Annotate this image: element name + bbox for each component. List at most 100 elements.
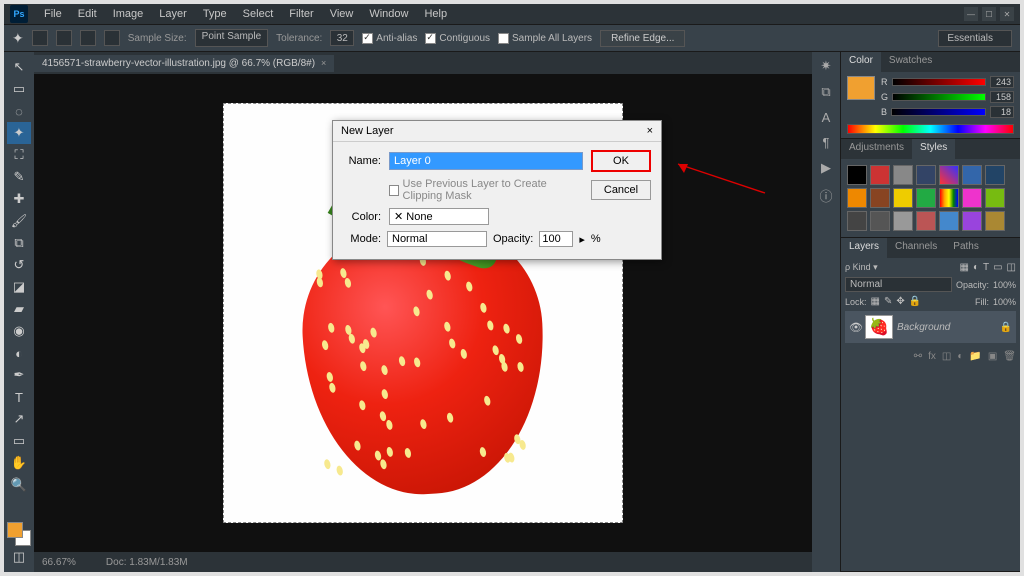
style-swatch[interactable]	[893, 211, 913, 231]
hand-tool-icon[interactable]: ✋	[7, 452, 31, 474]
layer-thumbnail[interactable]: 🍓	[865, 315, 893, 339]
actions-panel-icon[interactable]: ▶	[821, 160, 831, 176]
fx-icon[interactable]: fx	[928, 351, 936, 362]
document-tab-close-icon[interactable]: ×	[321, 58, 326, 68]
shape-tool-icon[interactable]: ▭	[7, 430, 31, 452]
style-swatch[interactable]	[985, 211, 1005, 231]
para-panel-icon[interactable]: ¶	[823, 135, 830, 150]
style-swatch[interactable]	[916, 165, 936, 185]
antialias-checkbox[interactable]: Anti-alias	[362, 33, 417, 44]
menu-select[interactable]: Select	[235, 8, 282, 20]
delete-layer-icon[interactable]: 🗑	[1003, 351, 1016, 362]
sample-all-checkbox[interactable]: Sample All Layers	[498, 33, 592, 44]
move-tool-icon[interactable]: ↖	[7, 56, 31, 78]
style-swatch[interactable]	[985, 188, 1005, 208]
menu-help[interactable]: Help	[416, 8, 455, 20]
style-swatch[interactable]	[847, 188, 867, 208]
menu-view[interactable]: View	[322, 8, 362, 20]
mode-select[interactable]: Normal	[387, 231, 487, 247]
tab-swatches[interactable]: Swatches	[881, 52, 940, 72]
current-color-swatch[interactable]	[847, 76, 875, 100]
ok-button[interactable]: OK	[591, 150, 651, 172]
menu-image[interactable]: Image	[105, 8, 152, 20]
menu-edit[interactable]: Edit	[70, 8, 105, 20]
style-swatch[interactable]	[962, 211, 982, 231]
filter-type-icon[interactable]: T	[983, 262, 989, 273]
style-swatch[interactable]	[939, 165, 959, 185]
style-swatch[interactable]	[916, 188, 936, 208]
selection-mode-add-icon[interactable]	[56, 30, 72, 46]
eyedropper-tool-icon[interactable]: ✎	[7, 166, 31, 188]
brush-tool-icon[interactable]: 🖌	[7, 210, 31, 232]
workspace-switcher[interactable]: Essentials	[938, 30, 1012, 47]
style-swatch[interactable]	[870, 165, 890, 185]
blur-tool-icon[interactable]: ◉	[7, 320, 31, 342]
tab-channels[interactable]: Channels	[887, 238, 945, 258]
new-layer-icon[interactable]: ▣	[988, 351, 997, 362]
style-swatch[interactable]	[985, 165, 1005, 185]
clipping-mask-checkbox[interactable]: Use Previous Layer to Create Clipping Ma…	[389, 178, 583, 202]
b-value[interactable]: 18	[990, 106, 1014, 118]
style-swatch[interactable]	[870, 211, 890, 231]
menu-window[interactable]: Window	[361, 8, 416, 20]
style-swatch[interactable]	[893, 165, 913, 185]
link-layers-icon[interactable]: ⚯	[914, 351, 922, 362]
tab-adjustments[interactable]: Adjustments	[841, 139, 912, 159]
g-value[interactable]: 158	[990, 91, 1014, 103]
healing-tool-icon[interactable]: ✚	[7, 188, 31, 210]
lock-paint-icon[interactable]: ✎	[884, 296, 892, 307]
filter-adj-icon[interactable]: ◐	[973, 262, 979, 273]
visibility-icon[interactable]: 👁	[849, 321, 861, 333]
foreground-swatch[interactable]	[7, 522, 23, 538]
filter-shape-icon[interactable]: ▭	[993, 262, 1002, 273]
style-swatch[interactable]	[870, 188, 890, 208]
restore-button[interactable]: ☐	[982, 7, 996, 21]
char-panel-icon[interactable]: A	[822, 110, 831, 125]
opacity-value[interactable]: 100%	[993, 280, 1016, 290]
filter-smart-icon[interactable]: ◫	[1007, 262, 1016, 273]
style-swatch[interactable]	[916, 211, 936, 231]
magic-wand-tool-icon[interactable]: ✦	[7, 122, 31, 144]
quickmask-icon[interactable]: ◫	[7, 546, 31, 568]
hue-strip[interactable]	[847, 124, 1014, 134]
eraser-tool-icon[interactable]: ◪	[7, 276, 31, 298]
group-icon[interactable]: 📁	[969, 351, 981, 362]
menu-layer[interactable]: Layer	[151, 8, 195, 20]
lock-trans-icon[interactable]: ▦	[871, 296, 880, 307]
info-panel-icon[interactable]: ⓘ	[819, 186, 832, 205]
tab-layers[interactable]: Layers	[841, 238, 887, 258]
dodge-tool-icon[interactable]: ◐	[7, 342, 31, 364]
tab-color[interactable]: Color	[841, 52, 881, 72]
color-swatches[interactable]	[7, 522, 31, 546]
layer-row-background[interactable]: 👁 🍓 Background 🔒	[845, 311, 1016, 343]
refine-edge-button[interactable]: Refine Edge...	[600, 30, 685, 47]
fill-value[interactable]: 100%	[993, 297, 1016, 307]
filter-pixel-icon[interactable]: ▦	[959, 262, 968, 273]
color-select[interactable]: ✕ None	[389, 208, 489, 225]
blend-mode-select[interactable]: Normal	[845, 277, 952, 292]
lock-pos-icon[interactable]: ✥	[896, 296, 904, 307]
history-panel-icon[interactable]: ✷	[821, 58, 832, 74]
path-tool-icon[interactable]: ↗	[7, 408, 31, 430]
crop-tool-icon[interactable]: ⛶	[7, 144, 31, 166]
r-slider[interactable]	[892, 78, 987, 86]
menu-file[interactable]: File	[36, 8, 70, 20]
zoom-tool-icon[interactable]: 🔍	[7, 474, 31, 496]
layer-name-input[interactable]: Layer 0	[389, 152, 583, 170]
document-tab[interactable]: 4156571-strawberry-vector-illustration.j…	[34, 55, 334, 72]
history-brush-tool-icon[interactable]: ↺	[7, 254, 31, 276]
style-swatch[interactable]	[962, 188, 982, 208]
selection-mode-new-icon[interactable]	[32, 30, 48, 46]
mask-icon[interactable]: ◫	[942, 351, 951, 362]
close-button[interactable]: ✕	[1000, 7, 1014, 21]
pen-tool-icon[interactable]: ✒	[7, 364, 31, 386]
g-slider[interactable]	[892, 93, 986, 101]
r-value[interactable]: 243	[990, 76, 1014, 88]
style-swatch[interactable]	[939, 188, 959, 208]
opacity-flyout-icon[interactable]: ▸	[579, 233, 585, 246]
gradient-tool-icon[interactable]: ▰	[7, 298, 31, 320]
adjustment-icon[interactable]: ◐	[957, 351, 963, 362]
contiguous-checkbox[interactable]: Contiguous	[425, 33, 490, 44]
menu-filter[interactable]: Filter	[281, 8, 321, 20]
dialog-close-icon[interactable]: ×	[647, 125, 653, 137]
